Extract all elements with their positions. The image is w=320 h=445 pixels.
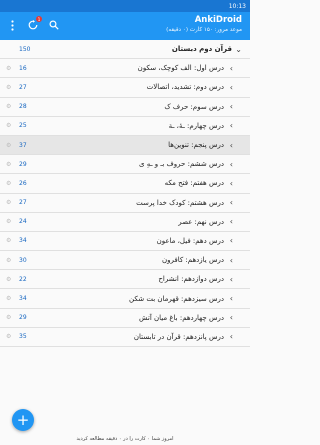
deck-options-icon[interactable]: ⚙ — [6, 65, 11, 72]
deck-due-count: 35 — [19, 333, 27, 341]
deck-name: درس چهارم: ـهٔ، ـة — [168, 121, 224, 130]
deck-options-icon[interactable]: ⚙ — [6, 218, 11, 225]
deck-name: قرآن دوم دبستان — [171, 45, 232, 54]
deck-due-count: 150 — [19, 45, 31, 53]
deck-row[interactable]: ⚙ 26 درس هفتم: فتح مکه ‹ — [0, 174, 250, 194]
deck-options-icon[interactable]: ⚙ — [6, 199, 11, 206]
deck-name: درس سوم: حرف ک — [164, 102, 224, 111]
search-icon[interactable] — [48, 19, 60, 31]
deck-options-icon[interactable]: ⚙ — [6, 122, 11, 129]
chevron-left-icon: ‹ — [229, 332, 233, 342]
app-title: AnkiDroid — [194, 15, 242, 25]
chevron-left-icon: ‹ — [229, 294, 233, 304]
deck-due-count: 30 — [19, 256, 27, 264]
deck-options-icon[interactable]: ⚙ — [6, 314, 11, 321]
deck-due-count: 37 — [19, 141, 27, 149]
deck-row[interactable]: ⚙ 34 درس سیزدهم: قهرمان بت شکن ‹ — [0, 289, 250, 309]
deck-options-icon[interactable]: ⚙ — [6, 142, 11, 149]
deck-name: درس هفتم: فتح مکه — [164, 179, 224, 188]
deck-name: درس پنجم: تنوین‌ها — [168, 141, 224, 150]
deck-due-count: 28 — [19, 103, 27, 111]
deck-options-icon[interactable]: ⚙ — [6, 257, 11, 264]
chevron-left-icon: ‹ — [229, 82, 233, 92]
chevron-left-icon: ‹ — [229, 159, 233, 169]
deck-name: درس ششم: حروف بـ و ـهِ ی — [138, 160, 224, 169]
add-fab-button[interactable]: + — [12, 409, 34, 431]
overflow-menu-icon[interactable] — [6, 19, 18, 31]
deck-row[interactable]: ⚙ 27 درس هشتم: کودک خدا پرست ‹ — [0, 193, 250, 213]
deck-row[interactable]: ⚙ 28 درس سوم: حرف ک ‹ — [0, 97, 250, 117]
deck-row[interactable]: ⚙ 24 درس نهم: عصر ‹ — [0, 212, 250, 232]
deck-row[interactable]: ⚙ 29 درس چهاردهم: باغ میان آتش ‹ — [0, 308, 250, 328]
deck-due-count: 26 — [19, 179, 27, 187]
chevron-left-icon: ‹ — [229, 140, 233, 150]
status-bar: 10:13 — [0, 0, 250, 12]
deck-due-count: 24 — [19, 218, 27, 226]
deck-due-count: 25 — [19, 122, 27, 130]
deck-options-icon[interactable]: ⚙ — [6, 276, 11, 283]
deck-row-parent[interactable]: 150 قرآن دوم دبستان ⌄ — [0, 40, 250, 60]
deck-due-count: 34 — [19, 237, 27, 245]
chevron-left-icon: ‹ — [229, 236, 233, 246]
chevron-left-icon: ‹ — [229, 102, 233, 112]
deck-row[interactable]: ⚙ 29 درس ششم: حروف بـ و ـهِ ی ‹ — [0, 155, 250, 175]
chevron-left-icon: ‹ — [229, 255, 233, 265]
deck-row[interactable]: ⚙ 25 درس چهارم: ـهٔ، ـة ‹ — [0, 116, 250, 136]
expand-chevron-icon[interactable]: ⌄ — [235, 45, 242, 54]
deck-name: درس دوازدهم: انشراح — [158, 275, 224, 284]
deck-due-count: 29 — [19, 160, 27, 168]
app-bar: 1 AnkiDroid موعد مرور: ۱۵۰ کارت (۰ دقیقه… — [0, 12, 250, 40]
sync-badge: 1 — [36, 16, 42, 22]
deck-options-icon[interactable]: ⚙ — [6, 161, 11, 168]
deck-options-icon[interactable]: ⚙ — [6, 180, 11, 187]
deck-due-count: 27 — [19, 199, 27, 207]
deck-row[interactable]: ⚙ 34 درس دهم: فیل، ماعون ‹ — [0, 231, 250, 252]
deck-name: درس نهم: عصر — [178, 217, 224, 226]
deck-name: درس سیزدهم: قهرمان بت شکن — [129, 294, 224, 303]
deck-name: درس یازدهم: کافرون — [162, 256, 224, 265]
deck-options-icon[interactable]: ⚙ — [6, 103, 11, 110]
deck-name: درس دوم: تشدید، اتصالات — [146, 83, 224, 92]
deck-due-count: 16 — [19, 64, 27, 72]
chevron-left-icon: ‹ — [229, 63, 233, 73]
deck-due-count: 29 — [19, 314, 27, 322]
deck-options-icon[interactable]: ⚙ — [6, 237, 11, 244]
deck-due-count: 22 — [19, 275, 27, 283]
status-time: 10:13 — [228, 2, 246, 10]
deck-name: درس چهاردهم: باغ میان آتش — [138, 313, 224, 322]
app-bar-titles: AnkiDroid موعد مرور: ۱۵۰ کارت (۰ دقیقه) — [166, 15, 242, 34]
chevron-left-icon: ‹ — [229, 178, 233, 188]
deck-options-icon[interactable]: ⚙ — [6, 333, 11, 340]
chevron-left-icon: ‹ — [229, 198, 233, 208]
deck-name: درس دهم: فیل، ماعون — [156, 236, 224, 245]
app-bar-actions: 1 — [6, 16, 60, 31]
chevron-left-icon: ‹ — [229, 217, 233, 227]
deck-due-count: 34 — [19, 295, 27, 303]
study-summary: امروز شما ۰ کارت را در ۰ دقیقه مطالعه کر… — [76, 436, 174, 442]
deck-row[interactable]: ⚙ 27 درس دوم: تشدید، اتصالات ‹ — [0, 78, 250, 98]
deck-row[interactable]: ⚙ 37 درس پنجم: تنوین‌ها ‹ — [0, 135, 250, 156]
deck-row[interactable]: ⚙ 16 درس اول: الف کوچک، سکون ‹ — [0, 59, 250, 79]
deck-due-count: 27 — [19, 83, 27, 91]
deck-list: 150 قرآن دوم دبستان ⌄ ⚙ 16 درس اول: الف کو… — [0, 40, 250, 347]
deck-name: درس اول: الف کوچک، سکون — [137, 64, 224, 73]
deck-name: درس هشتم: کودک خدا پرست — [136, 198, 224, 207]
chevron-left-icon: ‹ — [229, 121, 233, 131]
chevron-left-icon: ‹ — [229, 274, 233, 284]
deck-options-icon[interactable]: ⚙ — [6, 84, 11, 91]
due-summary: موعد مرور: ۱۵۰ کارت (۰ دقیقه) — [166, 27, 242, 33]
deck-options-icon[interactable]: ⚙ — [6, 295, 11, 302]
deck-row[interactable]: ⚙ 22 درس دوازدهم: انشراح ‹ — [0, 270, 250, 290]
deck-name: درس پانزدهم: قرآن در تابستان — [133, 332, 224, 341]
deck-row[interactable]: ⚙ 30 درس یازدهم: کافرون ‹ — [0, 251, 250, 271]
chevron-left-icon: ‹ — [229, 313, 233, 323]
sync-icon[interactable]: 1 — [27, 16, 42, 31]
deck-row[interactable]: ⚙ 35 درس پانزدهم: قرآن در تابستان ‹ — [0, 327, 250, 347]
